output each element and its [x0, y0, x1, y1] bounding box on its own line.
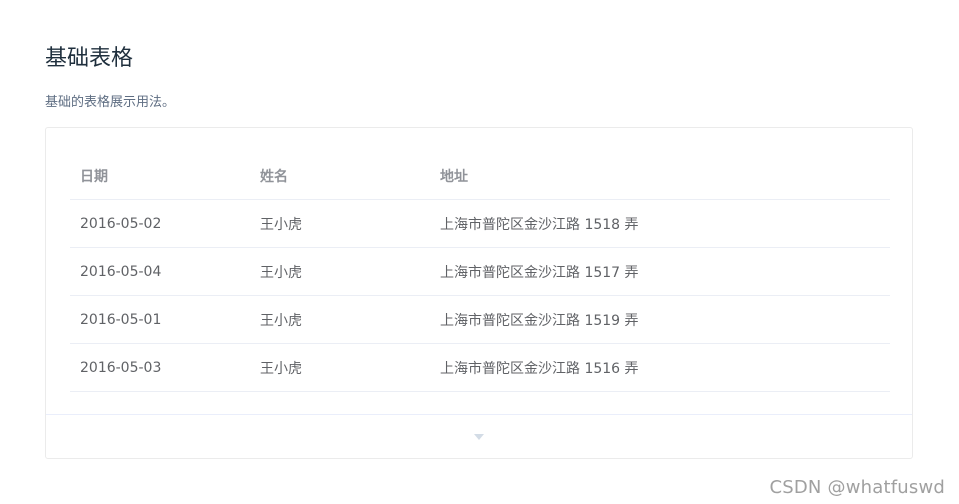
cell-address: 上海市普陀区金沙江路 1516 弄 — [430, 343, 890, 392]
table-header-row: 日期 姓名 地址 — [70, 152, 890, 200]
cell-name: 王小虎 — [250, 247, 430, 296]
section-description: 基础的表格展示用法。 — [45, 95, 176, 110]
cell-date: 2016-05-04 — [70, 247, 250, 296]
demo-block: 日期 姓名 地址 2016-05-02 王小虎 上海市普陀区金沙江路 1518 … — [45, 127, 913, 459]
cell-address: 上海市普陀区金沙江路 1519 弄 — [430, 295, 890, 344]
cell-date: 2016-05-02 — [70, 199, 250, 248]
cell-name: 王小虎 — [250, 199, 430, 248]
column-header-date[interactable]: 日期 — [70, 152, 250, 200]
show-code-toggle[interactable] — [46, 414, 912, 458]
column-header-address[interactable]: 地址 — [430, 152, 890, 200]
column-header-name[interactable]: 姓名 — [250, 152, 430, 200]
cell-name: 王小虎 — [250, 343, 430, 392]
table-row[interactable]: 2016-05-01 王小虎 上海市普陀区金沙江路 1519 弄 — [70, 295, 890, 344]
cell-name: 王小虎 — [250, 295, 430, 344]
page-title: 基础表格 — [45, 46, 134, 71]
watermark: CSDN @whatfuswd — [769, 477, 945, 498]
cell-date: 2016-05-03 — [70, 343, 250, 392]
page: 基础表格 基础的表格展示用法。 日期 姓名 地址 2016-05-02 王小虎 … — [0, 0, 959, 504]
table-row[interactable]: 2016-05-04 王小虎 上海市普陀区金沙江路 1517 弄 — [70, 247, 890, 296]
basic-table: 日期 姓名 地址 2016-05-02 王小虎 上海市普陀区金沙江路 1518 … — [70, 152, 890, 392]
cell-date: 2016-05-01 — [70, 295, 250, 344]
table-row[interactable]: 2016-05-02 王小虎 上海市普陀区金沙江路 1518 弄 — [70, 199, 890, 248]
table-container: 日期 姓名 地址 2016-05-02 王小虎 上海市普陀区金沙江路 1518 … — [70, 152, 890, 392]
caret-down-icon — [474, 434, 484, 440]
cell-address: 上海市普陀区金沙江路 1517 弄 — [430, 247, 890, 296]
table-row[interactable]: 2016-05-03 王小虎 上海市普陀区金沙江路 1516 弄 — [70, 343, 890, 392]
cell-address: 上海市普陀区金沙江路 1518 弄 — [430, 199, 890, 248]
